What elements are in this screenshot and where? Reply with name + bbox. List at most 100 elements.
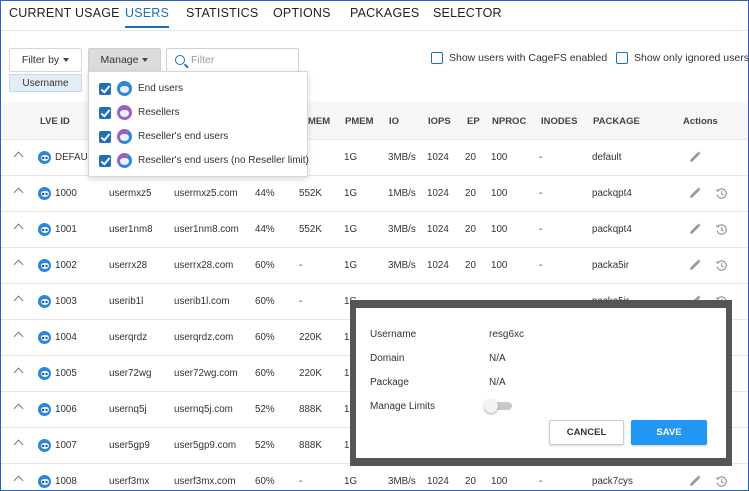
history-icon[interactable] bbox=[715, 475, 728, 488]
menu-item-label: End users bbox=[138, 83, 184, 94]
package-cell: default bbox=[592, 152, 622, 163]
tab-packages[interactable]: PACKAGES bbox=[350, 6, 419, 20]
tab-selector[interactable]: SELECTOR bbox=[433, 6, 502, 20]
checkbox-checked-icon[interactable] bbox=[99, 106, 111, 119]
col-ep[interactable]: EP bbox=[467, 116, 480, 127]
username-cell: userrx28 bbox=[109, 260, 148, 271]
col-lve-id[interactable]: LVE ID bbox=[40, 116, 70, 127]
domain-label: Domain bbox=[370, 353, 405, 364]
edit-pencil-icon[interactable] bbox=[689, 187, 701, 199]
tab-statistics[interactable]: STATISTICS bbox=[186, 6, 258, 20]
domain-value: N/A bbox=[489, 353, 506, 364]
user-avatar-icon bbox=[38, 187, 51, 200]
edit-limits-modal: Username resg6xc Domain N/A Package N/A … bbox=[356, 308, 726, 458]
speed-cell: 60% bbox=[255, 332, 275, 343]
history-icon[interactable] bbox=[715, 259, 728, 272]
end-user-icon bbox=[117, 81, 132, 96]
col-pmem[interactable]: PMEM bbox=[345, 116, 374, 127]
edit-pencil-icon[interactable] bbox=[689, 259, 701, 271]
user-avatar-icon bbox=[38, 223, 51, 236]
speed-cell: 60% bbox=[255, 476, 275, 487]
iops-cell: 1024 bbox=[427, 152, 449, 163]
chevron-up-icon[interactable] bbox=[13, 439, 24, 450]
edit-pencil-icon[interactable] bbox=[689, 151, 701, 163]
checkbox-checked-icon[interactable] bbox=[99, 154, 111, 167]
vmem-cell: 220K bbox=[299, 368, 322, 379]
edit-pencil-icon[interactable] bbox=[689, 223, 701, 235]
chevron-up-icon[interactable] bbox=[13, 295, 24, 306]
checkbox-checked-icon[interactable] bbox=[99, 130, 111, 143]
package-value: N/A bbox=[489, 377, 506, 388]
table-row[interactable]: 1001 user1nm8 user1nm8.com 44% 552K 1G 3MB/s 10… bbox=[1, 212, 748, 248]
tab-current-usage[interactable]: CURRENT USAGE bbox=[9, 6, 120, 20]
col-package[interactable]: PACKAGE bbox=[593, 116, 640, 127]
package-cell: packa5ir bbox=[592, 260, 630, 271]
filter-by-button[interactable]: Filter by bbox=[9, 48, 82, 72]
lve-id-cell: 1002 bbox=[55, 260, 77, 271]
chevron-up-icon[interactable] bbox=[13, 151, 24, 162]
user-avatar-icon bbox=[38, 331, 51, 344]
filter-input[interactable] bbox=[191, 54, 291, 66]
io-cell: 3MB/s bbox=[388, 476, 416, 487]
menu-item-end-users[interactable]: End users bbox=[99, 81, 183, 96]
package-cell: pack7cys bbox=[592, 476, 633, 487]
nproc-cell: 100 bbox=[491, 260, 508, 271]
package-cell: packqpt4 bbox=[592, 188, 632, 199]
checkbox-checked-icon[interactable] bbox=[99, 82, 111, 95]
nproc-cell: 100 bbox=[491, 476, 508, 487]
username-cell: userib1l bbox=[109, 296, 144, 307]
chevron-up-icon[interactable] bbox=[13, 367, 24, 378]
reseller-end-user-icon bbox=[117, 153, 132, 168]
edit-pencil-icon[interactable] bbox=[689, 475, 701, 487]
save-button[interactable]: SAVE bbox=[631, 420, 707, 445]
nproc-cell: 100 bbox=[491, 188, 508, 199]
tab-options[interactable]: OPTIONS bbox=[273, 6, 331, 20]
history-icon[interactable] bbox=[715, 187, 728, 200]
chevron-up-icon[interactable] bbox=[13, 331, 24, 342]
chevron-up-icon[interactable] bbox=[13, 223, 24, 234]
ep-cell: 20 bbox=[465, 188, 476, 199]
user-avatar-icon bbox=[38, 403, 51, 416]
io-cell: 1MB/s bbox=[388, 188, 416, 199]
lve-id-cell: 1006 bbox=[55, 404, 77, 415]
package-cell: packqpt4 bbox=[592, 224, 632, 235]
speed-cell: 52% bbox=[255, 404, 275, 415]
menu-item-resellers[interactable]: Resellers bbox=[99, 105, 180, 120]
caret-down-icon bbox=[63, 58, 70, 62]
col-io[interactable]: IO bbox=[389, 116, 399, 127]
menu-item-reseller-end-users-no-limit[interactable]: Reseller's end users (no Reseller limit) bbox=[99, 153, 309, 168]
nproc-cell: 100 bbox=[491, 224, 508, 235]
domain-cell: userqrdz.com bbox=[174, 332, 234, 343]
table-row[interactable]: 1002 userrx28 userrx28.com 60% - 1G 3MB/s 1024 2… bbox=[1, 248, 748, 284]
show-ignored-checkbox[interactable]: Show only ignored users bbox=[616, 52, 748, 64]
filter-chip-username[interactable]: Username bbox=[9, 74, 82, 92]
manage-limits-toggle[interactable] bbox=[484, 399, 514, 413]
chevron-up-icon[interactable] bbox=[13, 403, 24, 414]
col-vmem[interactable]: MEM bbox=[308, 116, 330, 127]
caret-down-icon bbox=[142, 58, 149, 62]
show-cagefs-checkbox[interactable]: Show users with CageFS enabled bbox=[431, 52, 607, 64]
col-iops[interactable]: IOPS bbox=[428, 116, 451, 127]
table-row[interactable]: 1000 usermxz5 usermxz5.com 44% 552K 1G 1MB/s 10… bbox=[1, 176, 748, 212]
domain-cell: usernq5j.com bbox=[174, 404, 233, 415]
cancel-button[interactable]: CANCEL bbox=[549, 420, 624, 445]
inodes-cell: - bbox=[539, 188, 543, 199]
inodes-cell: - bbox=[539, 476, 543, 487]
speed-cell: 52% bbox=[255, 440, 275, 451]
tab-users[interactable]: USERS bbox=[125, 6, 170, 28]
chevron-up-icon[interactable] bbox=[13, 259, 24, 270]
table-row[interactable]: 1008 userf3mx userf3mx.com 60% - 1G 3MB/s 1024 2… bbox=[1, 464, 748, 490]
col-inodes[interactable]: INODES bbox=[541, 116, 577, 127]
menu-item-reseller-end-users[interactable]: Reseller's end users bbox=[99, 129, 228, 144]
username-cell: usermxz5 bbox=[109, 188, 152, 199]
chevron-up-icon[interactable] bbox=[13, 187, 24, 198]
lve-id-cell: 1000 bbox=[55, 188, 77, 199]
speed-cell: 60% bbox=[255, 368, 275, 379]
col-nproc[interactable]: NPROC bbox=[492, 116, 526, 127]
history-icon[interactable] bbox=[715, 223, 728, 236]
filter-field[interactable] bbox=[166, 48, 299, 72]
inodes-cell: - bbox=[539, 152, 543, 163]
manage-button[interactable]: Manage bbox=[88, 48, 161, 72]
chevron-up-icon[interactable] bbox=[13, 475, 24, 486]
lve-id-cell: 1001 bbox=[55, 224, 77, 235]
